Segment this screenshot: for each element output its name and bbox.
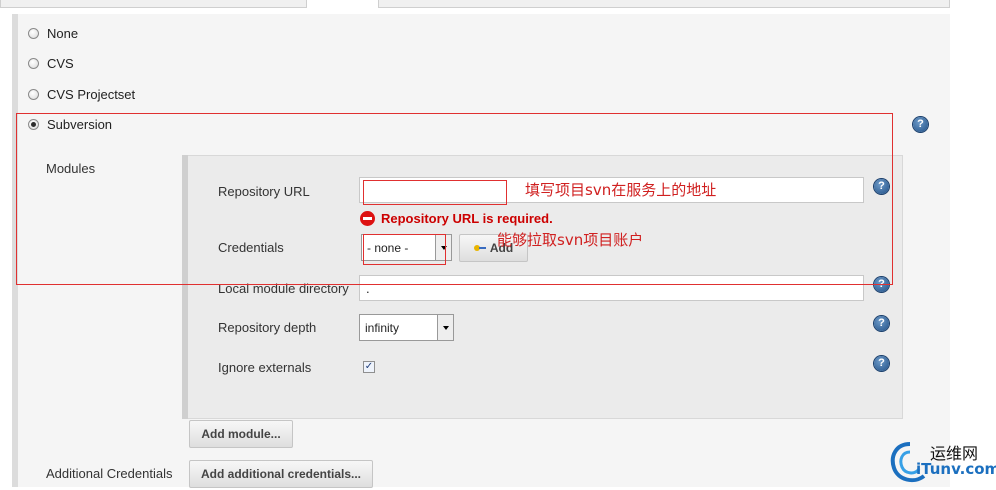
url-annotation-text: 填写项目svn在服务上的地址 xyxy=(525,181,717,199)
scm-option-cvs-projectset[interactable]: CVS Projectset xyxy=(28,85,135,103)
scm-option-label: CVS Projectset xyxy=(47,86,136,102)
tab-right[interactable] xyxy=(378,0,950,8)
radio-none[interactable] xyxy=(28,27,39,39)
subversion-help-icon[interactable]: ? xyxy=(913,117,928,132)
repository-depth-select[interactable]: infinity xyxy=(359,314,454,341)
scm-option-none[interactable]: None xyxy=(28,24,78,42)
scm-option-label: None xyxy=(47,25,79,41)
credentials-annotation-text: 能够拉取svn项目账户 xyxy=(497,231,644,249)
url-annotation-box xyxy=(363,180,507,205)
watermark-logo: 运维网 iTunv.com xyxy=(888,438,996,487)
radio-cvs[interactable] xyxy=(28,57,39,69)
tab-strip xyxy=(0,0,950,8)
add-additional-credentials-button[interactable]: Add additional credentials... xyxy=(189,460,373,488)
watermark-line2: iTunv.com xyxy=(916,460,996,478)
credentials-annotation-box xyxy=(363,234,446,265)
additional-credentials-label: Additional Credentials xyxy=(46,466,173,481)
repository-depth-selected: infinity xyxy=(365,320,400,335)
scm-option-label: CVS xyxy=(47,55,74,71)
repository-depth-label: Repository depth xyxy=(218,320,317,335)
ignore-externals-checkbox[interactable]: ✓ xyxy=(363,361,375,373)
tab-left[interactable] xyxy=(0,0,307,8)
ignore-externals-help-icon[interactable]: ? xyxy=(874,356,889,371)
radio-cvs-projectset[interactable] xyxy=(28,88,39,100)
scm-option-cvs[interactable]: CVS xyxy=(28,54,74,72)
chevron-down-icon xyxy=(437,315,453,340)
ignore-externals-label: Ignore externals xyxy=(218,360,312,375)
repository-depth-help-icon[interactable]: ? xyxy=(874,316,889,331)
add-module-button[interactable]: Add module... xyxy=(189,420,293,448)
